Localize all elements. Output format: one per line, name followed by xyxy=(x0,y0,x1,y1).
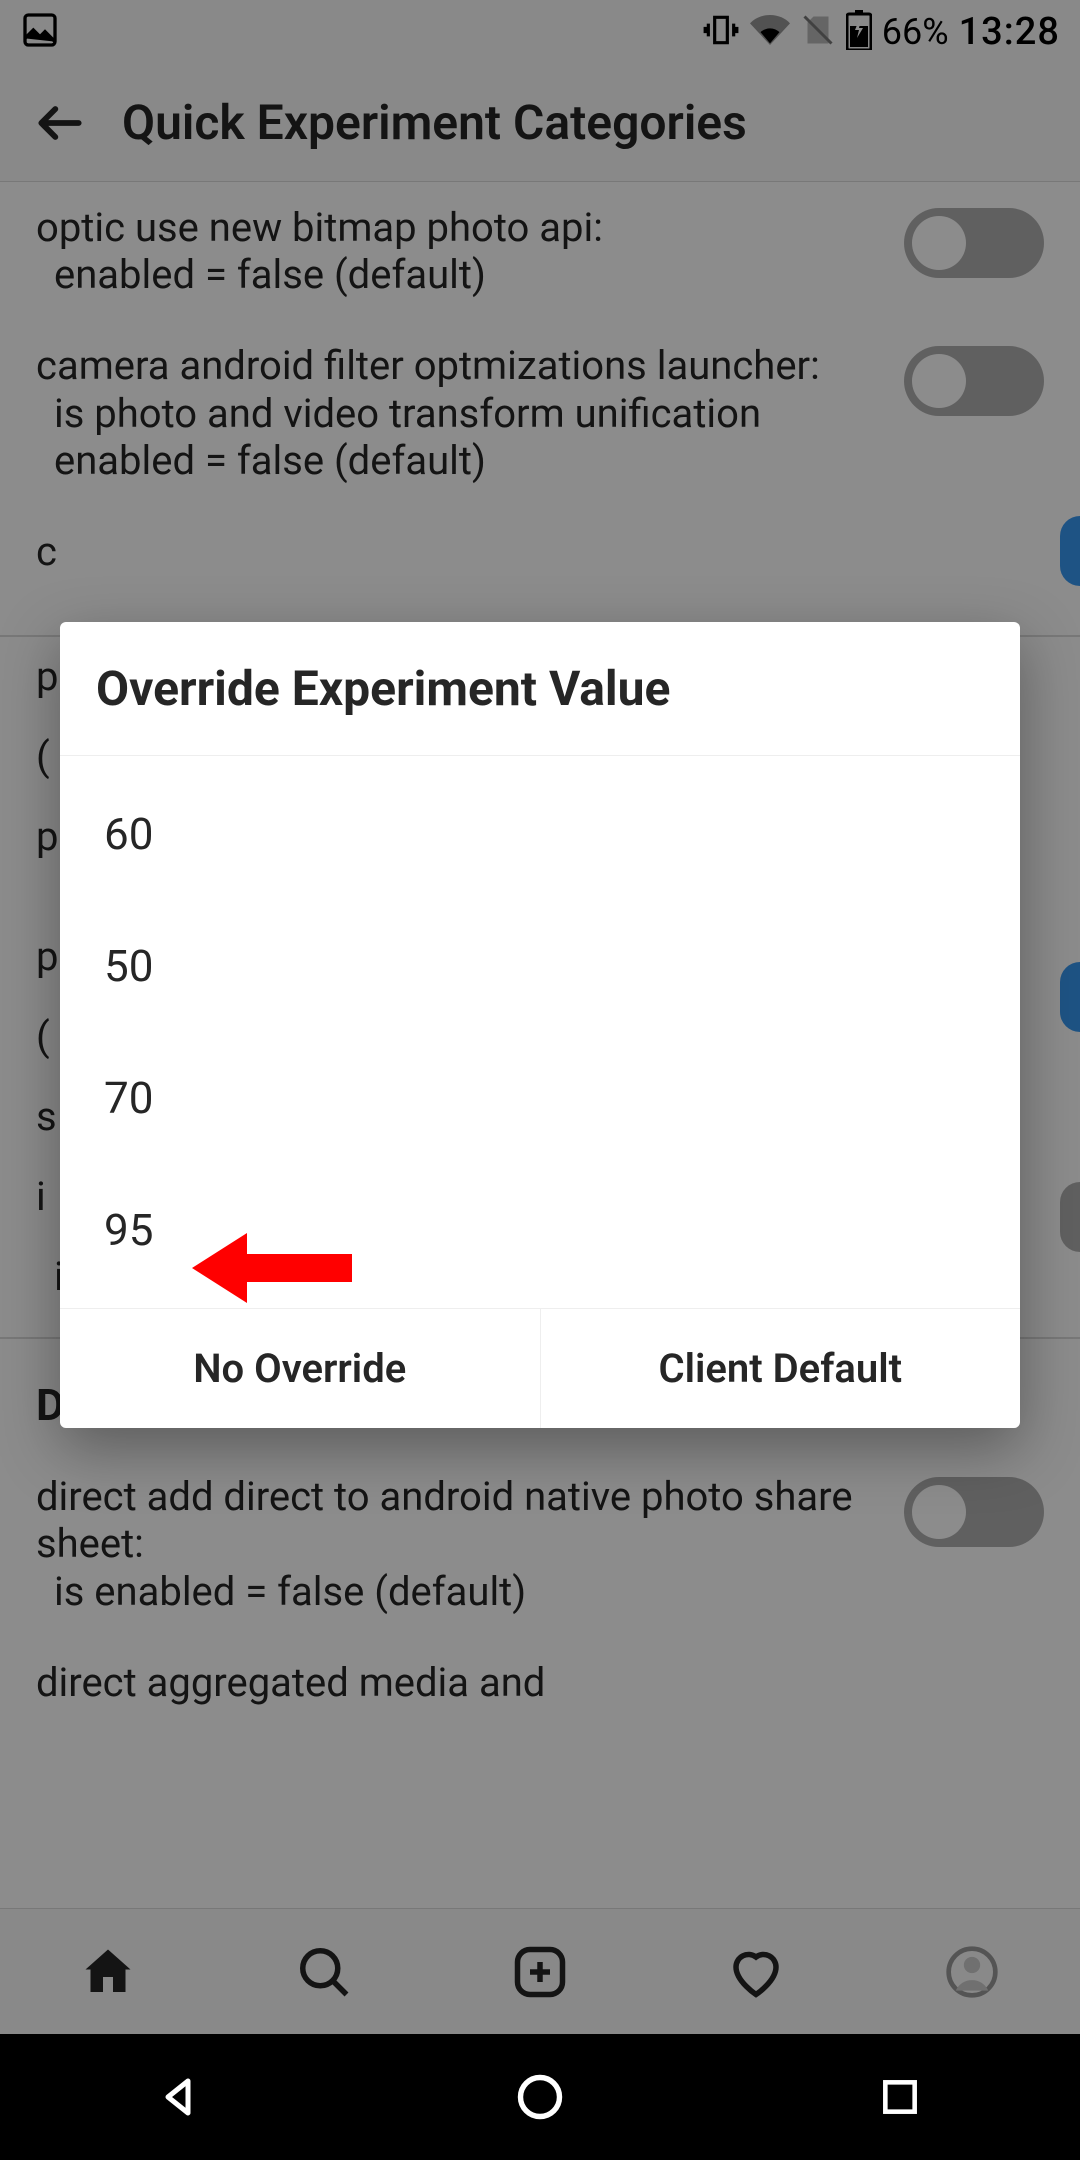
system-nav-bar xyxy=(0,2034,1080,2160)
client-default-button[interactable]: Client Default xyxy=(540,1309,1021,1428)
dialog-option-50[interactable]: 50 xyxy=(60,900,1020,1032)
override-value-dialog: Override Experiment Value 60 50 70 95 No… xyxy=(60,622,1020,1428)
dialog-options: 60 50 70 95 xyxy=(60,756,1020,1308)
dialog-title: Override Experiment Value xyxy=(60,622,1020,756)
dialog-option-60[interactable]: 60 xyxy=(60,768,1020,900)
dialog-option-95[interactable]: 95 xyxy=(60,1164,1020,1296)
nav-recent[interactable] xyxy=(864,2061,936,2133)
no-override-button[interactable]: No Override xyxy=(60,1309,540,1428)
dialog-option-70[interactable]: 70 xyxy=(60,1032,1020,1164)
nav-home[interactable] xyxy=(504,2061,576,2133)
nav-back[interactable] xyxy=(144,2061,216,2133)
